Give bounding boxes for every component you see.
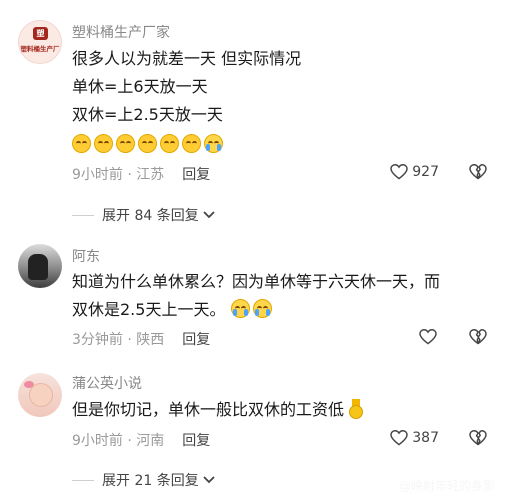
avatar-figure	[28, 254, 48, 280]
comment-line-text: 但是你切记，单休一般比双休的工资低	[72, 400, 345, 419]
comment-line: 很多人以为就差一天 但实际情况	[72, 49, 302, 68]
time-location: 3分钟前 · 陕西	[72, 332, 165, 348]
comment-1: 塑 塑料桶生产厂 塑料桶生产厂家 很多人以为就差一天 但实际情况 单休=上6天放…	[0, 0, 505, 230]
comment-text: 很多人以为就差一天 但实际情况 单休=上6天放一天 双休=上2.5天放一天	[72, 45, 301, 159]
avatar-face	[29, 383, 53, 407]
chevron-down-icon	[203, 476, 215, 484]
like-count: 927	[412, 164, 439, 180]
expand-replies-label: 展开 21 条回复	[102, 473, 199, 489]
avatar[interactable]	[18, 373, 62, 417]
comment-text: 但是你切记，单休一般比双休的工资低	[72, 396, 364, 424]
expand-replies-label: 展开 84 条回复	[102, 208, 199, 224]
avatar[interactable]	[18, 244, 62, 288]
heart-icon	[390, 430, 408, 446]
time-location: 9小时前 · 江苏	[72, 167, 165, 183]
reply-button[interactable]: 回复	[182, 332, 210, 348]
laugh-cry-emoji	[252, 299, 272, 318]
grin-emoji	[138, 134, 157, 153]
like-button[interactable]: 387	[390, 430, 439, 446]
broken-heart-icon	[469, 430, 487, 446]
expand-divider	[72, 214, 94, 216]
like-button[interactable]	[419, 329, 437, 345]
reply-button[interactable]: 回复	[182, 167, 210, 183]
grin-emoji	[94, 134, 113, 153]
expand-replies-button[interactable]: 展开 21 条回复	[72, 470, 215, 490]
broken-heart-icon	[469, 164, 487, 180]
grin-emoji	[72, 134, 91, 153]
comment-line: 知道为什么单休累么？因为单休等于六天休一天，而	[72, 272, 441, 291]
comment-username[interactable]: 阿东	[72, 246, 100, 266]
avatar-logo-badge: 塑	[33, 27, 48, 40]
broken-heart-icon	[469, 329, 487, 345]
comment-line: 双休=上2.5天放一天	[72, 105, 223, 124]
medal-emoji	[349, 399, 364, 419]
expand-replies-button[interactable]: 展开 84 条回复	[72, 205, 215, 225]
grin-emoji	[182, 134, 201, 153]
expand-divider	[72, 479, 94, 481]
emoji-row	[72, 131, 301, 159]
comment-line-text: 双休是2.5天上一天。	[72, 300, 226, 319]
grin-emoji	[160, 134, 179, 153]
like-button[interactable]: 927	[390, 164, 439, 180]
grin-emoji	[116, 134, 135, 153]
comment-text: 知道为什么单休累么？因为单休等于六天休一天，而 双休是2.5天上一天。	[72, 268, 440, 324]
comment-line: 但是你切记，单休一般比双休的工资低	[72, 396, 364, 424]
comment-line: 单休=上6天放一天	[72, 77, 208, 96]
comment-line: 双休是2.5天上一天。	[72, 296, 440, 324]
avatar[interactable]: 塑 塑料桶生产厂	[18, 20, 62, 64]
chevron-down-icon	[203, 211, 215, 219]
heart-icon	[419, 329, 437, 345]
comment-username[interactable]: 塑料桶生产厂家	[72, 22, 170, 42]
dislike-button[interactable]	[469, 430, 487, 446]
dislike-button[interactable]	[469, 329, 487, 345]
like-count: 387	[412, 430, 439, 446]
laugh-cry-emoji	[204, 134, 223, 153]
comment-meta: 3分钟前 · 陕西 回复	[72, 329, 210, 349]
comment-2: 阿东 知道为什么单休累么？因为单休等于六天休一天，而 双休是2.5天上一天。 3…	[0, 230, 505, 360]
reply-button[interactable]: 回复	[182, 433, 210, 449]
avatar-logo-text: 塑料桶生产厂	[20, 45, 60, 53]
heart-icon	[390, 164, 408, 180]
comment-meta: 9小时前 · 江苏 回复	[72, 164, 210, 184]
laugh-cry-emoji	[230, 299, 250, 318]
watermark: @映射年轻的身影	[398, 479, 495, 493]
dislike-button[interactable]	[469, 164, 487, 180]
time-location: 9小时前 · 河南	[72, 433, 165, 449]
comment-username[interactable]: 蒲公英小说	[72, 373, 142, 393]
comment-meta: 9小时前 · 河南 回复	[72, 430, 210, 450]
